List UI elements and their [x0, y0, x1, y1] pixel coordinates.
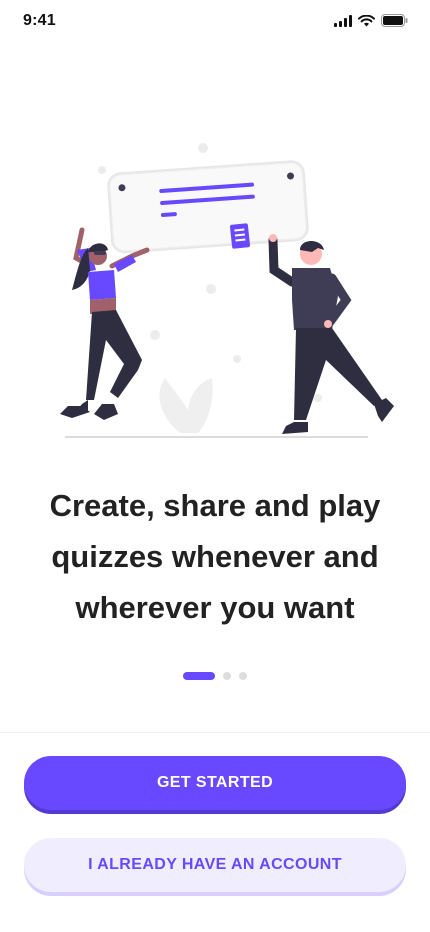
already-have-account-button[interactable]: I ALREADY HAVE AN ACCOUNT: [24, 838, 406, 892]
status-icons: [334, 14, 408, 32]
page-dot[interactable]: [223, 672, 231, 680]
page-indicator: [0, 672, 430, 680]
status-bar: 9:41: [0, 0, 430, 44]
onboarding-illustration: [30, 130, 400, 440]
divider: [0, 732, 430, 733]
onboarding-headline: Create, share and play quizzes whenever …: [49, 488, 381, 625]
page-dot[interactable]: [239, 672, 247, 680]
page-dot-active[interactable]: [183, 672, 215, 680]
status-time: 9:41: [23, 12, 56, 29]
get-started-button[interactable]: GET STARTED: [24, 756, 406, 810]
battery-icon: [381, 14, 408, 32]
wifi-icon: [358, 14, 375, 32]
cellular-signal-icon: [334, 14, 352, 32]
